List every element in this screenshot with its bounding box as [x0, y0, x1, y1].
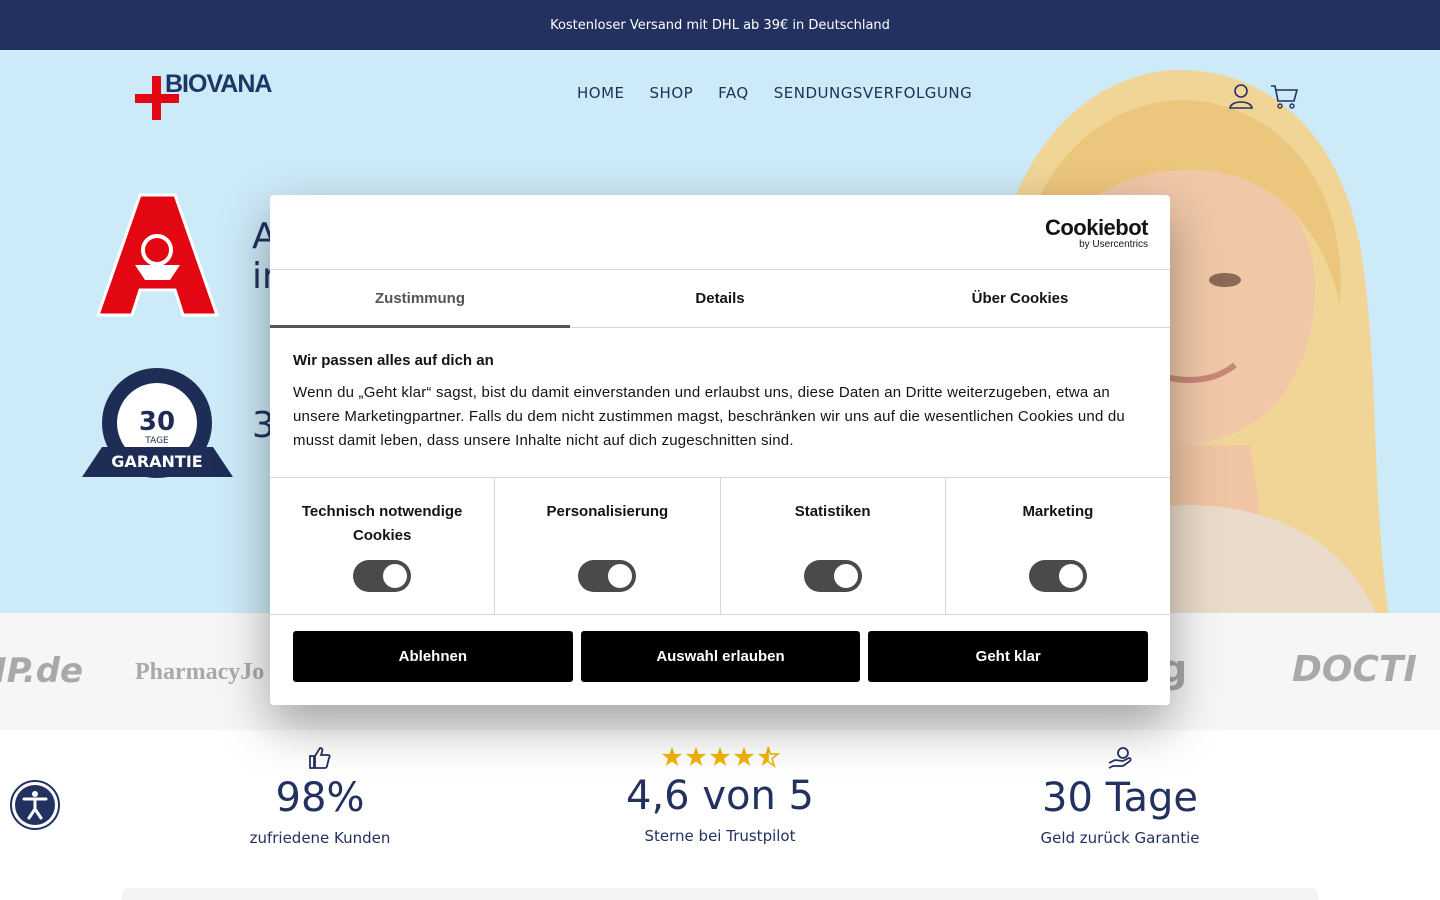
cookie-text: Wenn du „Geht klar“ sagst, bist du damit…	[293, 384, 1125, 449]
nav-shop[interactable]: SHOP	[650, 84, 694, 102]
stat-label: Geld zurück Garantie	[1040, 829, 1200, 847]
necessary-toggle[interactable]	[353, 560, 412, 592]
cart-icon[interactable]	[1270, 82, 1298, 110]
press-logo: IP.de	[0, 651, 84, 691]
nav-faq[interactable]: FAQ	[718, 84, 749, 102]
allow-selection-button[interactable]: Auswahl erlauben	[580, 631, 861, 682]
cookie-tabs: Zustimmung Details Über Cookies	[270, 270, 1170, 328]
biovana-logo[interactable]: BIOVANA	[135, 70, 272, 120]
nav-sendungsverfolgung[interactable]: SENDUNGSVERFOLGUNG	[774, 84, 973, 102]
account-icon[interactable]	[1227, 82, 1255, 110]
logo-text: BIOVANA	[165, 70, 272, 98]
stat-value: 98%	[275, 775, 365, 821]
stat-trustpilot: 4,6 von 5 Sterne bei Trustpilot	[570, 745, 870, 845]
tab-details[interactable]: Details	[570, 270, 870, 327]
decline-button[interactable]: Ablehnen	[293, 631, 573, 682]
category-label: Statistiken	[794, 503, 871, 520]
stat-value: 4,6 von 5	[626, 773, 814, 819]
category-personalization: Personalisierung	[495, 478, 721, 614]
nav-home[interactable]: HOME	[577, 84, 625, 102]
cookie-heading: Wir passen alles auf dich an	[293, 352, 494, 369]
stat-money-back: 30 Tage Geld zurück Garantie	[970, 745, 1270, 847]
tab-zustimmung[interactable]: Zustimmung	[270, 270, 570, 328]
svg-text:GARANTIE: GARANTIE	[111, 452, 202, 471]
garantie-badge: 30 TAGE GARANTIE	[82, 368, 233, 478]
press-logo: PharmacyJo	[135, 659, 265, 685]
announcement-bar: Kostenloser Versand mit DHL ab 39€ in De…	[0, 0, 1440, 50]
stat-satisfaction: 98% zufriedene Kunden	[170, 745, 470, 847]
apotheke-icon	[95, 193, 220, 317]
money-hand-icon	[1108, 747, 1132, 769]
category-necessary: Technisch notwendige Cookies	[270, 478, 496, 614]
announcement-text: Kostenloser Versand mit DHL ab 39€ in De…	[550, 17, 890, 33]
svg-text:30: 30	[139, 407, 175, 437]
stat-value: 30 Tage	[1042, 775, 1198, 821]
cookie-categories: Technisch notwendige Cookies Personalisi…	[270, 478, 1170, 615]
cookiebot-brand-sub: by Usercentrics	[1079, 239, 1148, 250]
cookiebot-brand: Cookiebot	[1044, 215, 1149, 240]
category-marketing: Marketing	[946, 478, 1170, 614]
cookie-dialog: Cookiebot by Usercentrics Zustimmung Det…	[270, 195, 1170, 705]
marketing-toggle[interactable]	[1028, 560, 1087, 592]
accessibility-button[interactable]	[10, 780, 60, 830]
personalization-toggle[interactable]	[578, 560, 637, 592]
cookie-dialog-header: Cookiebot by Usercentrics	[270, 195, 1170, 270]
section-edge	[122, 888, 1318, 900]
accept-all-button[interactable]: Geht klar	[868, 631, 1149, 682]
category-statistics: Statistiken	[721, 478, 946, 614]
cookiebot-logo[interactable]: Cookiebot by Usercentrics	[1044, 215, 1149, 251]
statistics-toggle[interactable]	[803, 560, 862, 592]
category-label: Marketing	[1022, 503, 1094, 520]
stat-label: Sterne bei Trustpilot	[644, 827, 796, 845]
tab-ueber-cookies[interactable]: Über Cookies	[870, 270, 1170, 327]
category-label: Personalisierung	[546, 503, 669, 520]
cookie-body: Wir passen alles auf dich an Wenn du „Ge…	[270, 328, 1170, 478]
cookie-buttons: Ablehnen Auswahl erlauben Geht klar	[270, 615, 1170, 682]
stars-icon	[662, 746, 781, 769]
accessibility-icon	[15, 785, 55, 825]
category-label: Technisch notwendige Cookies	[301, 503, 463, 544]
thumbs-up-icon	[309, 747, 331, 769]
stat-label: zufriedene Kunden	[249, 829, 391, 847]
main-nav: HOME SHOP FAQ SENDUNGSVERFOLGUNG	[577, 84, 972, 102]
svg-text:TAGE: TAGE	[144, 436, 169, 446]
press-logo: DOCTI	[1292, 649, 1417, 690]
